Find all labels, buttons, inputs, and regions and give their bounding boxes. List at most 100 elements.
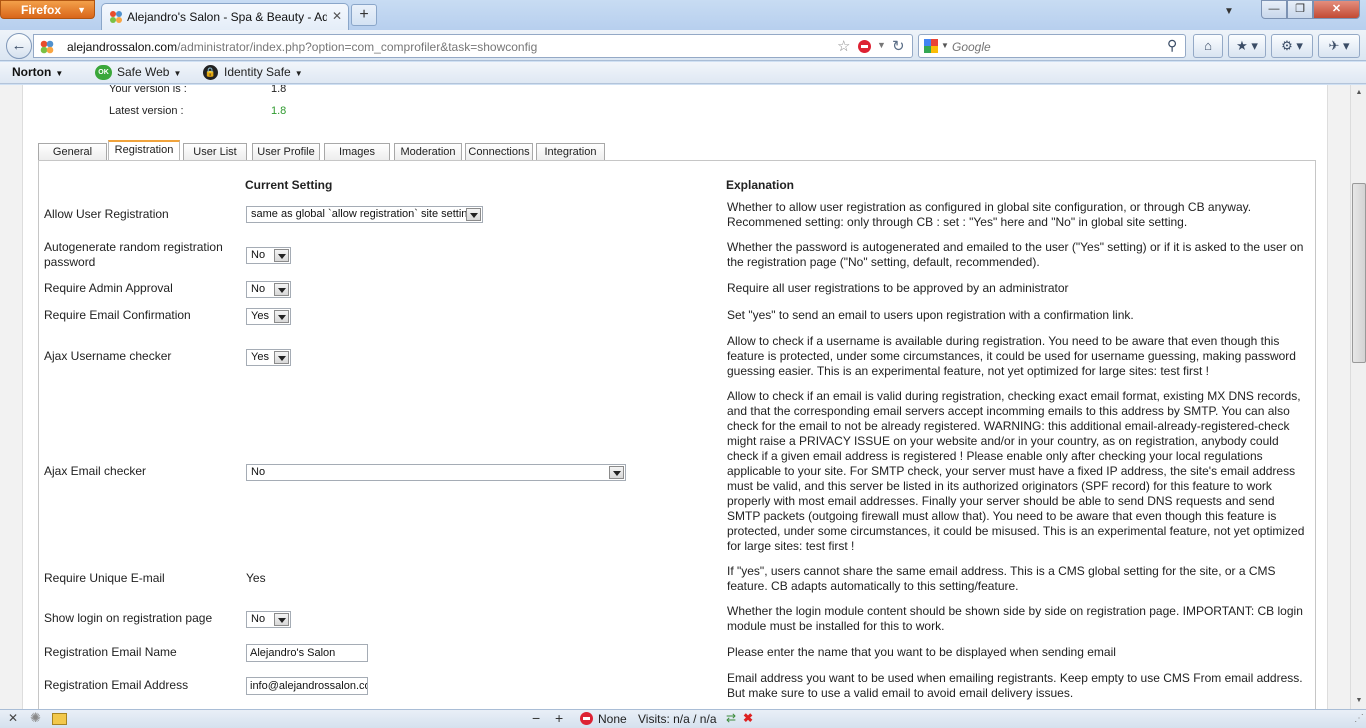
ajax-email-select[interactable]: No xyxy=(246,464,626,481)
show-login-label: Show login on registration page xyxy=(44,611,213,625)
tab-general[interactable]: General xyxy=(38,143,107,161)
admin-approval-explanation: Require all user registrations to be app… xyxy=(727,281,1069,295)
your-version-value: 1.8 xyxy=(271,85,287,95)
tab-user-list[interactable]: User List xyxy=(183,143,247,161)
url-text[interactable]: alejandrossalon.com/administrator/index.… xyxy=(67,40,537,54)
identity-safe-menu[interactable]: 🔒 Identity Safe ▼ xyxy=(203,65,303,81)
autogenerate-password-value: No xyxy=(251,249,266,261)
chevron-down-icon: ▼ xyxy=(77,5,86,15)
visits-counter: Visits: n/a / n/a xyxy=(638,712,717,726)
reload-icon[interactable]: ↻ xyxy=(892,37,905,55)
chevron-down-icon: ▼ xyxy=(55,69,64,78)
bookmarks-button[interactable]: ★ ▾ xyxy=(1228,34,1266,58)
search-engine-dropdown-icon[interactable]: ▼ xyxy=(941,41,949,50)
home-button[interactable]: ⌂ xyxy=(1193,34,1223,58)
show-login-value: No xyxy=(251,613,266,625)
search-input[interactable] xyxy=(952,38,1162,55)
maximize-button[interactable]: ❐ xyxy=(1287,0,1313,19)
bookmark-star-icon[interactable]: ☆ xyxy=(837,37,850,55)
ajax-username-explanation: Allow to check if a username is availabl… xyxy=(727,334,1296,378)
email-address-explanation: Email address you want to be used when e… xyxy=(727,671,1303,700)
chevron-down-icon xyxy=(609,466,624,479)
ajax-username-value: Yes xyxy=(251,351,269,363)
email-address-field[interactable]: info@alejandrossalon.cor xyxy=(246,677,368,695)
ajax-username-select[interactable]: Yes xyxy=(246,349,291,366)
tab-integration[interactable]: Integration xyxy=(536,143,605,161)
search-bar[interactable]: ▼ ⚲ xyxy=(918,34,1186,58)
allow-registration-select[interactable]: same as global `allow registration` site… xyxy=(246,206,483,223)
green-status-icon[interactable]: ⇄ xyxy=(726,711,736,725)
scrollbar-thumb[interactable] xyxy=(1352,183,1366,363)
resize-grip-icon[interactable]: ⋰ xyxy=(1354,713,1364,724)
ajax-username-label: Ajax Username checker xyxy=(44,349,172,363)
tab-list-chevron-icon[interactable]: ▼ xyxy=(1224,6,1234,17)
noscript-icon[interactable] xyxy=(580,712,593,725)
norton-menu[interactable]: Norton ▼ xyxy=(12,65,63,79)
vertical-scrollbar[interactable]: ▲ ▼ xyxy=(1350,85,1366,709)
google-icon[interactable] xyxy=(923,38,939,54)
allow-registration-label: Allow User Registration xyxy=(44,207,169,221)
autogenerate-password-select[interactable]: No xyxy=(246,247,291,264)
tab-images[interactable]: Images xyxy=(324,143,390,161)
email-confirmation-select[interactable]: Yes xyxy=(246,308,291,325)
chevron-down-icon xyxy=(274,613,289,626)
back-button[interactable]: ← xyxy=(6,33,32,59)
chevron-down-icon: ▼ xyxy=(173,69,182,78)
ajax-email-value: No xyxy=(251,466,266,478)
new-tab-button[interactable]: + xyxy=(351,4,377,26)
safe-web-menu[interactable]: OK Safe Web ▼ xyxy=(95,65,182,81)
show-login-select[interactable]: No xyxy=(246,611,291,628)
chevron-down-icon xyxy=(274,283,289,296)
close-tab-icon[interactable]: ✕ xyxy=(332,9,342,23)
identity-safe-label: Identity Safe xyxy=(224,65,291,79)
addon-button[interactable]: ⚙ ▾ xyxy=(1271,34,1313,58)
latest-version-value: 1.8 xyxy=(271,105,287,117)
scroll-up-icon[interactable]: ▲ xyxy=(1351,85,1366,101)
browser-tab[interactable]: Alejandro's Salon - Spa & Beauty - Admi.… xyxy=(101,3,349,30)
history-dropdown-icon[interactable]: ▼ xyxy=(877,40,886,50)
email-name-explanation: Please enter the name that you want to b… xyxy=(727,645,1116,659)
chevron-down-icon xyxy=(466,208,481,221)
red-x-icon[interactable]: ✖ xyxy=(743,711,753,725)
safe-web-label: Safe Web xyxy=(117,65,170,79)
address-bar[interactable]: alejandrossalon.com/administrator/index.… xyxy=(33,34,913,58)
firefox-menu-button[interactable]: Firefox ▼ xyxy=(0,0,95,19)
chevron-down-icon: ▼ xyxy=(294,69,303,78)
admin-page: Your version is : 1.8 Latest version : 1… xyxy=(22,85,1328,709)
ajax-email-label: Ajax Email checker xyxy=(44,464,147,478)
close-window-button[interactable]: ✕ xyxy=(1313,0,1360,19)
navigation-bar: ← alejandrossalon.com/administrator/inde… xyxy=(0,30,1366,61)
norton-brand: Norton xyxy=(12,65,52,79)
tab-connections[interactable]: Connections xyxy=(465,143,533,161)
email-name-field[interactable]: Alejandro's Salon xyxy=(246,644,368,662)
tab-registration[interactable]: Registration xyxy=(108,140,180,161)
joomla-icon xyxy=(110,11,122,23)
current-setting-header: Current Setting xyxy=(245,178,333,192)
tools-button[interactable]: ✈ ▾ xyxy=(1318,34,1360,58)
script-status-text: None xyxy=(598,712,627,726)
throbber-icon: ✺ xyxy=(30,710,41,725)
tab-user-profile[interactable]: User Profile xyxy=(252,143,320,161)
email-name-label: Registration Email Name xyxy=(44,645,177,659)
admin-approval-select[interactable]: No xyxy=(246,281,291,298)
page-viewport: Your version is : 1.8 Latest version : 1… xyxy=(0,85,1350,709)
close-icon[interactable]: ✕ xyxy=(8,711,18,725)
admin-approval-value: No xyxy=(251,283,266,295)
chevron-down-icon xyxy=(274,310,289,323)
tab-moderation[interactable]: Moderation xyxy=(394,143,462,161)
url-host: alejandrossalon.com xyxy=(67,40,178,54)
addon-bar-icon[interactable] xyxy=(52,713,67,725)
stop-icon[interactable] xyxy=(858,40,871,53)
minimize-button[interactable]: — xyxy=(1261,0,1287,19)
search-icon[interactable]: ⚲ xyxy=(1167,37,1177,54)
allow-registration-value: same as global `allow registration` site… xyxy=(251,208,474,220)
your-version-label: Your version is : xyxy=(109,85,187,95)
email-confirmation-label: Require Email Confirmation xyxy=(44,308,191,322)
firefox-menu-label: Firefox xyxy=(21,3,62,17)
zoom-in-icon[interactable]: + xyxy=(555,710,563,726)
unique-email-value: Yes xyxy=(246,571,266,585)
ajax-email-explanation: Allow to check if an email is valid duri… xyxy=(727,389,1305,553)
unique-email-explanation: If "yes", users cannot share the same em… xyxy=(727,564,1276,593)
zoom-out-icon[interactable]: − xyxy=(532,710,540,726)
scroll-down-icon[interactable]: ▼ xyxy=(1351,693,1366,709)
